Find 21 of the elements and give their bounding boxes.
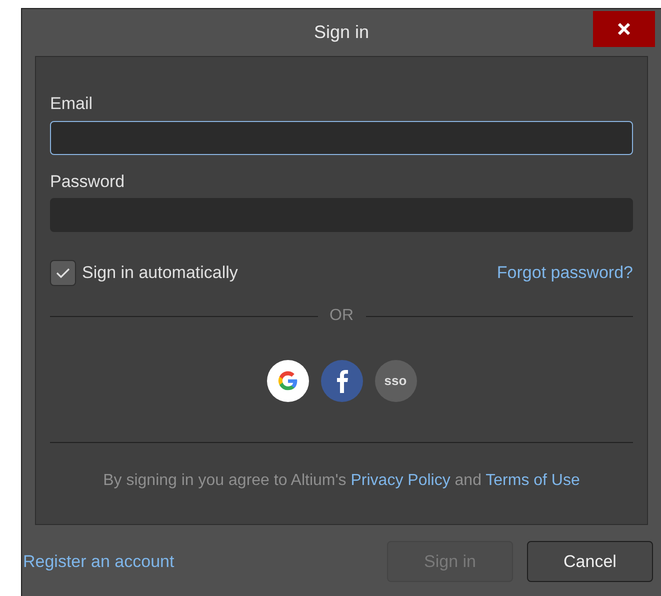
close-icon: [617, 22, 631, 36]
terms-of-use-link[interactable]: Terms of Use: [486, 472, 580, 489]
register-link[interactable]: Register an account: [23, 548, 174, 574]
field-label: Email: [50, 93, 94, 115]
field-label: Password: [50, 170, 126, 192]
forgot-password-link[interactable]: Forgot password?: [496, 260, 633, 286]
privacy-policy-link[interactable]: Privacy Policy: [350, 472, 450, 489]
google-icon: [276, 370, 298, 392]
check-icon: [56, 267, 70, 279]
close-button[interactable]: [593, 11, 655, 47]
window-title: Sign in: [314, 20, 370, 44]
google-button[interactable]: [266, 360, 308, 402]
cancel-button[interactable]: Cancel: [527, 541, 653, 582]
input-field[interactable]: [50, 120, 633, 154]
checkbox-label: Sign in automatically: [82, 262, 238, 284]
agreement-text: By signing in you agree to Altium's Privacy Policy and Terms of Use: [102, 471, 581, 491]
sso-button[interactable]: sso: [374, 360, 416, 402]
checkbox[interactable]: [50, 260, 76, 286]
facebook-button[interactable]: [320, 360, 362, 402]
divider-text: OR: [330, 306, 354, 326]
facebook-icon: [334, 369, 348, 393]
